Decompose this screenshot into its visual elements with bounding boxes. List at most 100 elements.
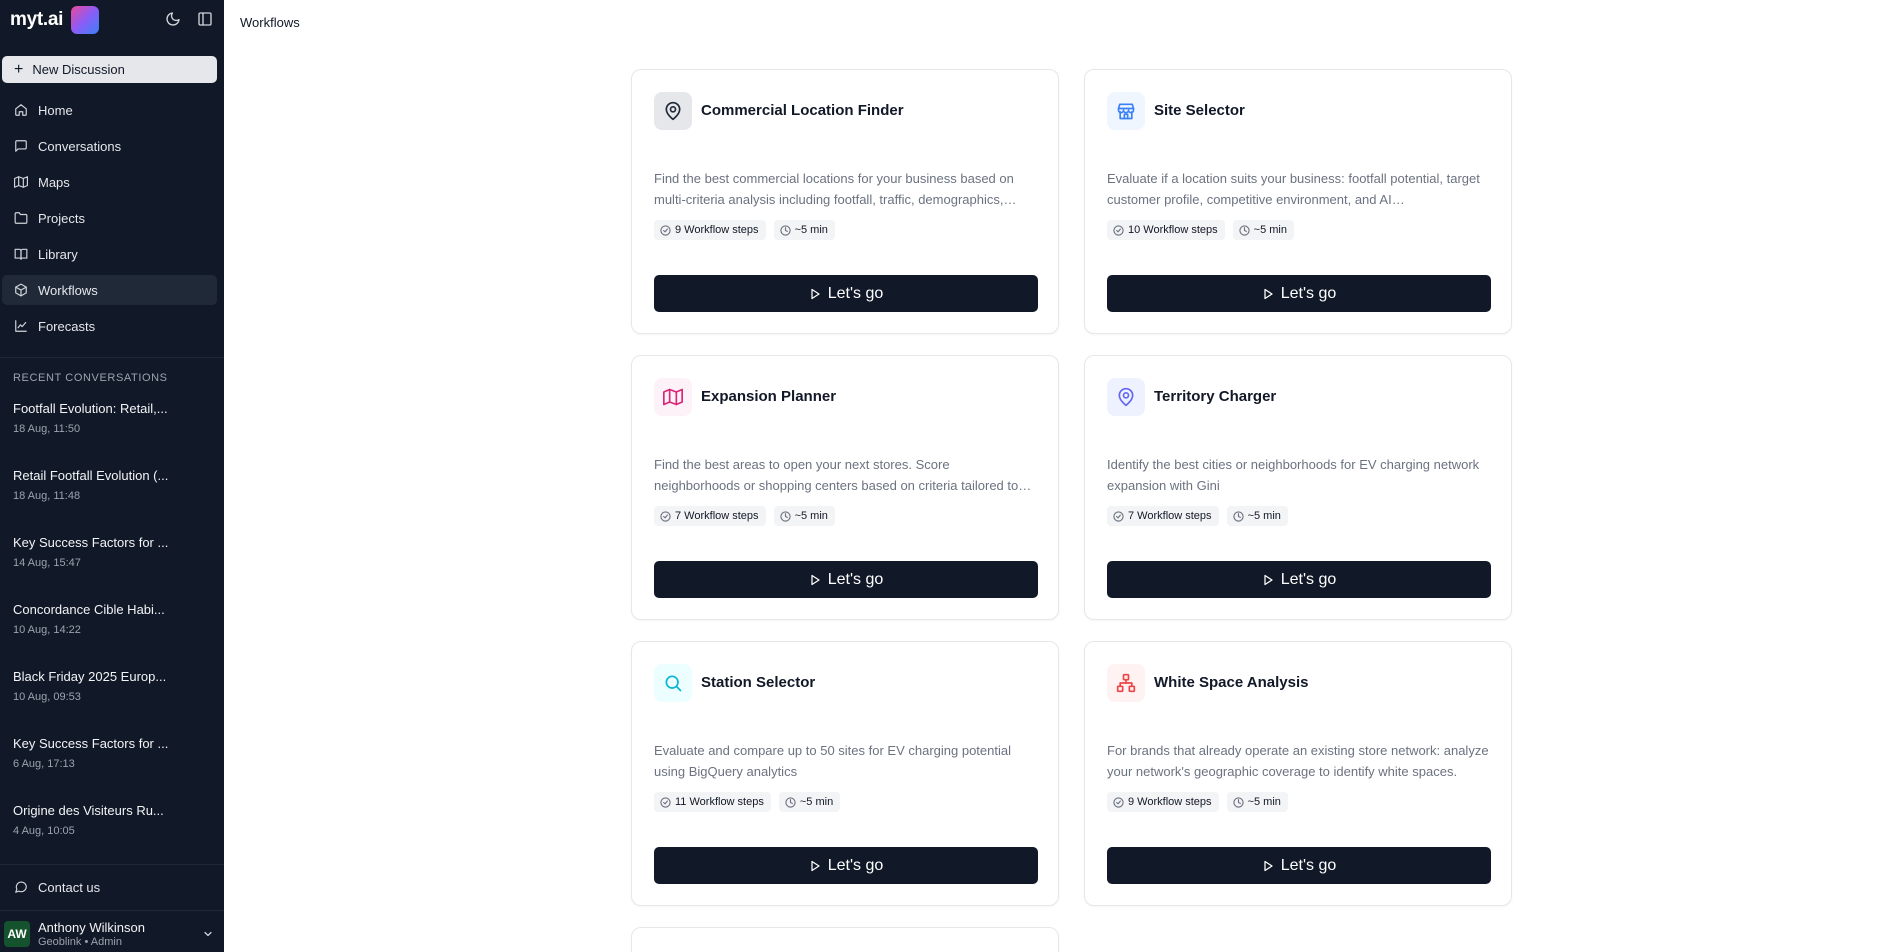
- lets-go-label: Let's go: [1280, 570, 1337, 588]
- chevron-down-icon: [202, 927, 214, 945]
- recent-conversation-title: Origine des Visiteurs Ru...: [13, 803, 164, 818]
- steps-badge: 10 Workflow steps: [1107, 220, 1225, 240]
- sidebar-item-maps[interactable]: Maps: [2, 167, 217, 197]
- sidebar-toggle-icon[interactable]: [196, 10, 214, 28]
- time-badge: ~5 min: [773, 506, 835, 526]
- folder-icon: [14, 211, 28, 225]
- recent-conversation-title: Key Success Factors for ...: [13, 736, 169, 751]
- card-title: Expansion Planner: [701, 388, 837, 405]
- play-icon: [1262, 288, 1274, 300]
- sidebar-item-library[interactable]: Library: [2, 239, 217, 269]
- check-circle-icon: [1113, 224, 1124, 236]
- sidebar-item-home[interactable]: Home: [2, 95, 217, 125]
- lets-go-button[interactable]: Let's go: [1107, 561, 1491, 598]
- card-title: Station Selector: [701, 674, 816, 691]
- book-icon: [14, 247, 28, 261]
- search-icon: [654, 664, 692, 702]
- sidebar-item-label: Forecasts: [38, 318, 96, 334]
- chat-icon: [14, 880, 28, 894]
- sidebar-item-projects[interactable]: Projects: [2, 203, 217, 233]
- card-description: Evaluate if a location suits your busine…: [1107, 171, 1480, 207]
- card-title: Territory Charger: [1154, 388, 1277, 405]
- card-description: Find the best commercial locations for y…: [654, 171, 1014, 207]
- recent-conversation-item[interactable]: Black Friday 2025 Europ... 10 Aug, 09:53: [13, 669, 213, 736]
- recent-conversation-item[interactable]: Key Success Factors for ... 14 Aug, 15:4…: [13, 535, 213, 602]
- play-icon: [809, 288, 821, 300]
- recent-conversation-date: 6 Aug, 17:13: [13, 758, 75, 770]
- recent-conversation-item[interactable]: Retail Footfall Evolution (... 18 Aug, 1…: [13, 468, 213, 535]
- card-title: Site Selector: [1154, 102, 1245, 119]
- recent-conversation-date: 18 Aug, 11:48: [13, 490, 81, 502]
- new-discussion-label: New Discussion: [32, 62, 125, 77]
- network-icon: [1107, 664, 1145, 702]
- lets-go-button[interactable]: Let's go: [654, 275, 1038, 312]
- steps-badge: 7 Workflow steps: [1107, 506, 1219, 526]
- time-label: ~5 min: [1253, 224, 1287, 236]
- workflow-card: White Space Analysis For brands that alr…: [1084, 641, 1512, 906]
- lets-go-button[interactable]: Let's go: [654, 847, 1038, 884]
- card-badges: 7 Workflow steps ~5 min: [1107, 506, 1288, 526]
- sidebar-item-label: Workflows: [38, 282, 98, 298]
- card-description: Find the best areas to open your next st…: [654, 457, 1019, 493]
- contact-us-label: Contact us: [38, 879, 101, 895]
- steps-badge: 7 Workflow steps: [654, 506, 766, 526]
- recent-conversation-item[interactable]: Origine des Visiteurs Ru... 4 Aug, 10:05: [13, 803, 213, 870]
- sidebar-item-label: Home: [38, 102, 73, 118]
- play-icon: [1262, 574, 1274, 586]
- time-label: ~5 min: [794, 510, 828, 522]
- user-subtitle: Geoblink • Admin: [38, 935, 122, 948]
- recent-conversation-item[interactable]: Concordance Cible Habi... 10 Aug, 14:22: [13, 602, 213, 669]
- recent-conversation-title: Black Friday 2025 Europ...: [13, 669, 167, 684]
- card-description: For brands that already operate an exist…: [1107, 743, 1489, 779]
- clock-icon: [1239, 224, 1250, 236]
- sidebar: myt.ai + New Discussion Home Conversatio…: [0, 0, 224, 952]
- lets-go-label: Let's go: [1280, 284, 1337, 302]
- steps-badge: 9 Workflow steps: [654, 220, 766, 240]
- check-circle-icon: [660, 796, 671, 808]
- new-discussion-button[interactable]: + New Discussion: [2, 56, 217, 83]
- recent-conversation-item[interactable]: Key Success Factors for ... 6 Aug, 17:13: [13, 736, 213, 803]
- time-label: ~5 min: [799, 796, 834, 808]
- chart-icon: [14, 319, 28, 333]
- recent-conversation-item[interactable]: Footfall Evolution: Retail,... 18 Aug, 1…: [13, 401, 213, 468]
- moon-icon[interactable]: [164, 10, 182, 28]
- workflow-card: Site Selector Evaluate if a location sui…: [1084, 69, 1512, 334]
- brand[interactable]: myt.ai: [10, 4, 100, 36]
- recent-conversations-list: Footfall Evolution: Retail,... 18 Aug, 1…: [13, 401, 213, 870]
- check-circle-icon: [1113, 796, 1124, 808]
- steps-label: 7 Workflow steps: [1128, 510, 1212, 522]
- clock-icon: [1232, 510, 1244, 522]
- map-icon: [14, 175, 28, 189]
- recent-conversation-date: 14 Aug, 15:47: [13, 557, 81, 569]
- steps-label: 9 Workflow steps: [675, 224, 759, 236]
- brand-logo: [71, 6, 100, 34]
- workflow-card: Commercial Location Finder Find the best…: [631, 69, 1059, 334]
- recent-conversation-date: 4 Aug, 10:05: [13, 825, 75, 837]
- check-circle-icon: [660, 510, 671, 522]
- map-icon: [654, 378, 692, 416]
- steps-badge: 11 Workflow steps: [654, 792, 771, 812]
- lets-go-label: Let's go: [1280, 856, 1337, 874]
- time-badge: ~5 min: [778, 792, 841, 812]
- sidebar-item-label: Conversations: [38, 138, 122, 154]
- steps-label: 11 Workflow steps: [675, 796, 764, 808]
- breadcrumb: Workflows: [240, 15, 300, 30]
- location-pin-icon: [1107, 378, 1145, 416]
- check-circle-icon: [1113, 510, 1124, 522]
- recent-conversation-date: 10 Aug, 09:53: [13, 691, 81, 703]
- plus-icon: +: [14, 60, 24, 78]
- sidebar-divider: [0, 357, 224, 358]
- lets-go-button[interactable]: Let's go: [654, 561, 1038, 598]
- play-icon: [809, 860, 821, 872]
- lets-go-button[interactable]: Let's go: [1107, 275, 1491, 312]
- user-menu[interactable]: AW Anthony Wilkinson Geoblink • Admin: [0, 915, 224, 952]
- workflow-icon: [14, 283, 28, 297]
- lets-go-button[interactable]: Let's go: [1107, 847, 1491, 884]
- sidebar-item-workflows[interactable]: Workflows: [2, 275, 217, 305]
- sidebar-item-conversations[interactable]: Conversations: [2, 131, 217, 161]
- clock-icon: [785, 796, 796, 808]
- avatar: AW: [4, 920, 30, 947]
- contact-us-link[interactable]: Contact us: [2, 873, 217, 901]
- sidebar-item-forecasts[interactable]: Forecasts: [2, 311, 217, 341]
- card-badges: 9 Workflow steps ~5 min: [654, 220, 835, 240]
